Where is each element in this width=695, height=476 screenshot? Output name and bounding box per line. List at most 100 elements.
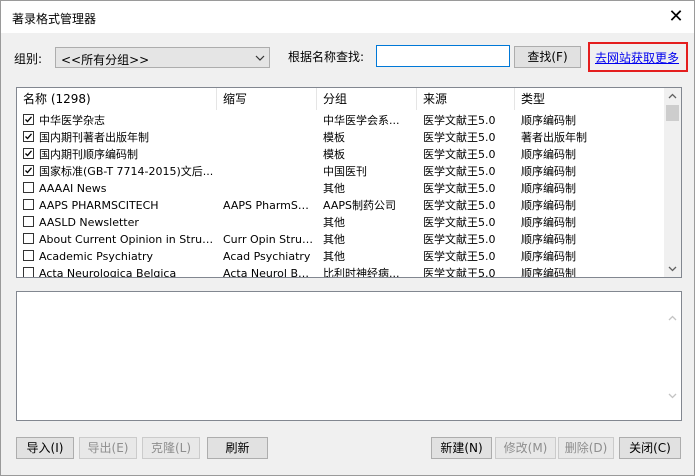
- cell-type: 顺序编码制: [521, 165, 576, 178]
- style-manager-window: 著录格式管理器 ✕ 组别: <<所有分组>> 根据名称查找: 查找(F) 去网站…: [0, 0, 695, 476]
- cell-abbr: Acta Neurol Belg: [223, 267, 313, 278]
- table-row[interactable]: 国内期刊顺序编码制 模板 医学文献王5.0 顺序编码制: [17, 146, 665, 163]
- cell-name: About Current Opinion in Structur...: [39, 233, 217, 246]
- cell-group: 其他: [323, 216, 345, 229]
- refresh-button[interactable]: 刷新: [207, 437, 268, 459]
- column-header-abbr[interactable]: 缩写: [217, 88, 317, 110]
- row-checkbox[interactable]: [23, 148, 34, 159]
- column-header-type[interactable]: 类型: [515, 88, 665, 110]
- column-header-name[interactable]: 名称 (1298): [17, 88, 217, 110]
- table-row[interactable]: Academic Psychiatry Acad Psychiatry 其他 医学文献…: [17, 248, 665, 265]
- cell-name: 国内期刊著者出版年制: [39, 131, 149, 144]
- list-scrollbar[interactable]: [664, 88, 681, 277]
- clone-button[interactable]: 克隆(L): [142, 437, 200, 459]
- cell-name: AASLD Newsletter: [39, 216, 139, 229]
- cell-type: 顺序编码制: [521, 182, 576, 195]
- checkmark-icon: [25, 150, 32, 157]
- scroll-down-icon[interactable]: [664, 260, 681, 277]
- cell-name: AAPS PHARMSCITECH: [39, 199, 159, 212]
- table-row[interactable]: 国家标准(GB-T 7714-2015)文后... 中国医刊 医学文献王5.0 顺序编…: [17, 163, 665, 180]
- cell-source: 医学文献王5.0: [423, 148, 496, 161]
- row-checkbox[interactable]: [23, 216, 34, 227]
- title-bar: 著录格式管理器 ✕: [1, 1, 694, 33]
- cell-type: 著者出版年制: [521, 131, 587, 144]
- get-more-link[interactable]: 去网站获取更多: [595, 49, 679, 66]
- scroll-thumb[interactable]: [666, 105, 679, 121]
- checkmark-icon: [25, 116, 32, 123]
- search-input[interactable]: [376, 45, 510, 67]
- cell-source: 医学文献王5.0: [423, 250, 496, 263]
- new-button[interactable]: 新建(N): [431, 437, 492, 459]
- table-row[interactable]: AASLD Newsletter 其他 医学文献王5.0 顺序编码制: [17, 214, 665, 231]
- cell-name: Acta Neurologica Belgica: [39, 267, 177, 278]
- group-select[interactable]: <<所有分组>>: [55, 47, 270, 68]
- row-checkbox[interactable]: [23, 114, 34, 125]
- cell-group: AAPS制药公司: [323, 199, 396, 212]
- cell-source: 医学文献王5.0: [423, 267, 496, 278]
- scroll-up-icon[interactable]: [664, 88, 681, 105]
- cell-group: 模板: [323, 148, 345, 161]
- cell-name: 国家标准(GB-T 7714-2015)文后...: [39, 165, 214, 178]
- cell-type: 顺序编码制: [521, 233, 576, 246]
- group-select-value: <<所有分组>>: [61, 53, 150, 67]
- checkmark-icon: [25, 133, 32, 140]
- cell-source: 医学文献王5.0: [423, 182, 496, 195]
- cell-type: 顺序编码制: [521, 114, 576, 127]
- export-button[interactable]: 导出(E): [79, 437, 137, 459]
- delete-button[interactable]: 删除(D): [558, 437, 614, 459]
- find-button[interactable]: 查找(F): [514, 46, 581, 68]
- cell-abbr: Acad Psychiatry: [223, 250, 311, 263]
- cell-type: 顺序编码制: [521, 250, 576, 263]
- cell-name: 中华医学杂志: [39, 114, 105, 127]
- checkmark-icon: [25, 167, 32, 174]
- column-header-group[interactable]: 分组: [317, 88, 417, 110]
- cell-group: 模板: [323, 131, 345, 144]
- cell-type: 顺序编码制: [521, 267, 576, 278]
- cell-type: 顺序编码制: [521, 148, 576, 161]
- scroll-down-icon[interactable]: [664, 387, 681, 404]
- window-title: 著录格式管理器: [12, 12, 97, 26]
- close-button[interactable]: 关闭(C): [619, 437, 681, 459]
- cell-source: 医学文献王5.0: [423, 216, 496, 229]
- style-list[interactable]: 名称 (1298) 缩写 分组 来源 类型 中华医学杂志 中华医学会系... 医学文…: [16, 87, 682, 278]
- group-label: 组别:: [14, 52, 43, 66]
- row-checkbox[interactable]: [23, 250, 34, 261]
- import-button[interactable]: 导入(I): [16, 437, 74, 459]
- cell-group: 其他: [323, 182, 345, 195]
- table-row[interactable]: 国内期刊著者出版年制 模板 医学文献王5.0 著者出版年制: [17, 129, 665, 146]
- cell-group: 中国医刊: [323, 165, 367, 178]
- row-checkbox[interactable]: [23, 131, 34, 142]
- row-checkbox[interactable]: [23, 267, 34, 277]
- cell-name: AAAAI News: [39, 182, 107, 195]
- cell-type: 顺序编码制: [521, 216, 576, 229]
- close-icon[interactable]: ✕: [666, 8, 686, 28]
- modify-button[interactable]: 修改(M): [495, 437, 556, 459]
- cell-abbr: AAPS PharmSci...: [223, 199, 313, 212]
- cell-source: 医学文献王5.0: [423, 114, 496, 127]
- cell-abbr: Curr Opin Struc...: [223, 233, 313, 246]
- detail-scrollbar[interactable]: [664, 292, 681, 420]
- cell-group: 其他: [323, 250, 345, 263]
- row-checkbox[interactable]: [23, 199, 34, 210]
- cell-group: 中华医学会系...: [323, 114, 400, 127]
- cell-name: 国内期刊顺序编码制: [39, 148, 138, 161]
- column-header-source[interactable]: 来源: [417, 88, 515, 110]
- table-row[interactable]: 中华医学杂志 中华医学会系... 医学文献王5.0 顺序编码制: [17, 112, 665, 129]
- scroll-up-icon[interactable]: [664, 310, 681, 327]
- chevron-down-icon: [255, 55, 265, 61]
- cell-source: 医学文献王5.0: [423, 131, 496, 144]
- table-row[interactable]: About Current Opinion in Structur... Curr…: [17, 231, 665, 248]
- table-row[interactable]: AAPS PHARMSCITECH AAPS PharmSci... AAPS制药公…: [17, 197, 665, 214]
- row-checkbox[interactable]: [23, 165, 34, 176]
- style-detail-panel[interactable]: [16, 291, 682, 421]
- table-row[interactable]: AAAAI News 其他 医学文献王5.0 顺序编码制: [17, 180, 665, 197]
- row-checkbox[interactable]: [23, 182, 34, 193]
- cell-type: 顺序编码制: [521, 199, 576, 212]
- row-checkbox[interactable]: [23, 233, 34, 244]
- cell-group: 比利时神经病...: [323, 267, 400, 278]
- cell-name: Academic Psychiatry: [39, 250, 154, 263]
- search-label: 根据名称查找:: [288, 50, 365, 64]
- cell-group: 其他: [323, 233, 345, 246]
- table-row[interactable]: Acta Neurologica Belgica Acta Neurol Belg…: [17, 265, 665, 278]
- cell-source: 医学文献王5.0: [423, 199, 496, 212]
